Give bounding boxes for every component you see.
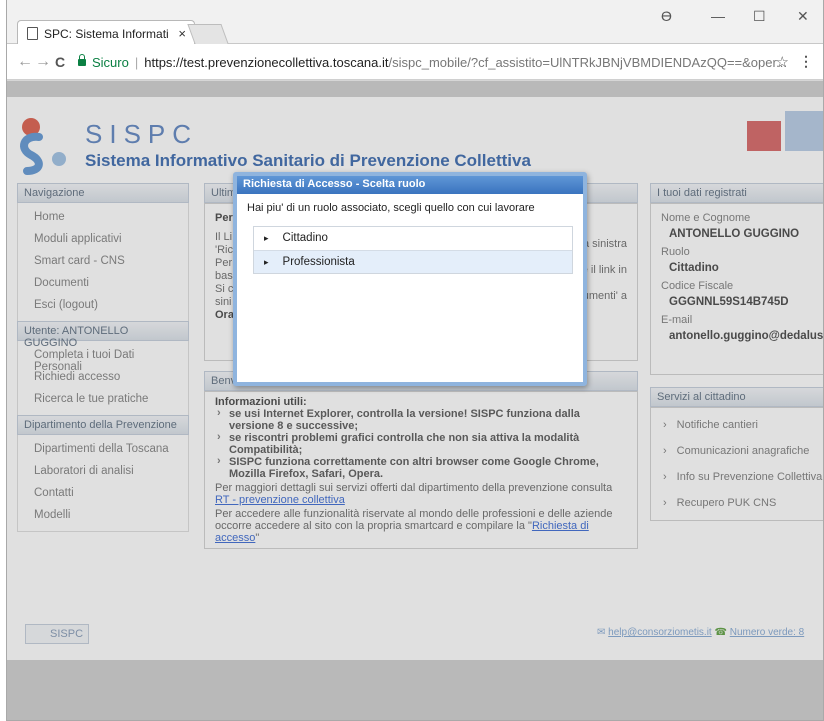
bookmark-star-icon[interactable]: ☆ (776, 53, 789, 71)
url-path: /sispc_mobile/?cf_assistito=UlNTRkJBNjVB… (388, 55, 787, 70)
back-icon[interactable]: ← (17, 53, 33, 71)
role-dialog: Richiesta di Accesso - Scelta ruolo Hai … (233, 172, 587, 386)
minimize-icon[interactable]: — (711, 8, 725, 24)
address-bar: ← → C Sicuro | https://test.prevenzionecol… (7, 44, 823, 80)
dialog-title: Richiesta di Accesso - Scelta ruolo (237, 176, 583, 194)
secure-label: Sicuro (92, 55, 129, 70)
role-label: Cittadino (282, 232, 328, 244)
maximize-icon[interactable]: ☐ (753, 8, 766, 25)
expand-arrow-icon: ▸ (264, 257, 269, 267)
role-label: Professionista (282, 256, 355, 268)
profile-icon[interactable]: ϴ (661, 8, 672, 24)
lock-icon (78, 54, 86, 66)
close-window-icon[interactable]: ✕ (797, 8, 809, 25)
url-separator: | (134, 55, 139, 70)
dialog-message: Hai piu' di un ruolo associato, scegli q… (247, 202, 535, 214)
tab-close-icon[interactable]: × (178, 26, 186, 41)
browser-window: SPC: Sistema Informati × ϴ — ☐ ✕ ← → C S… (6, 0, 824, 721)
role-list: ▸ Cittadino ▸ Professionista (253, 226, 573, 274)
url-host: https://test.prevenzionecollettiva.tosca… (144, 55, 389, 70)
browser-tab[interactable]: SPC: Sistema Informati × (17, 20, 195, 46)
tab-title: SPC: Sistema Informati (44, 27, 169, 41)
tab-strip: SPC: Sistema Informati × ϴ — ☐ ✕ (7, 0, 823, 46)
chrome-menu-icon[interactable]: ⋮ (799, 53, 813, 70)
reload-icon[interactable]: C (55, 54, 65, 70)
page-icon (27, 27, 38, 40)
role-option-cittadino[interactable]: ▸ Cittadino (254, 227, 572, 250)
url-field[interactable]: Sicuro | https://test.prevenzionecollettiv… (71, 50, 787, 75)
expand-arrow-icon: ▸ (264, 233, 269, 243)
role-option-professionista[interactable]: ▸ Professionista (254, 250, 572, 273)
new-tab-button[interactable] (187, 24, 229, 44)
forward-icon[interactable]: → (35, 53, 51, 71)
